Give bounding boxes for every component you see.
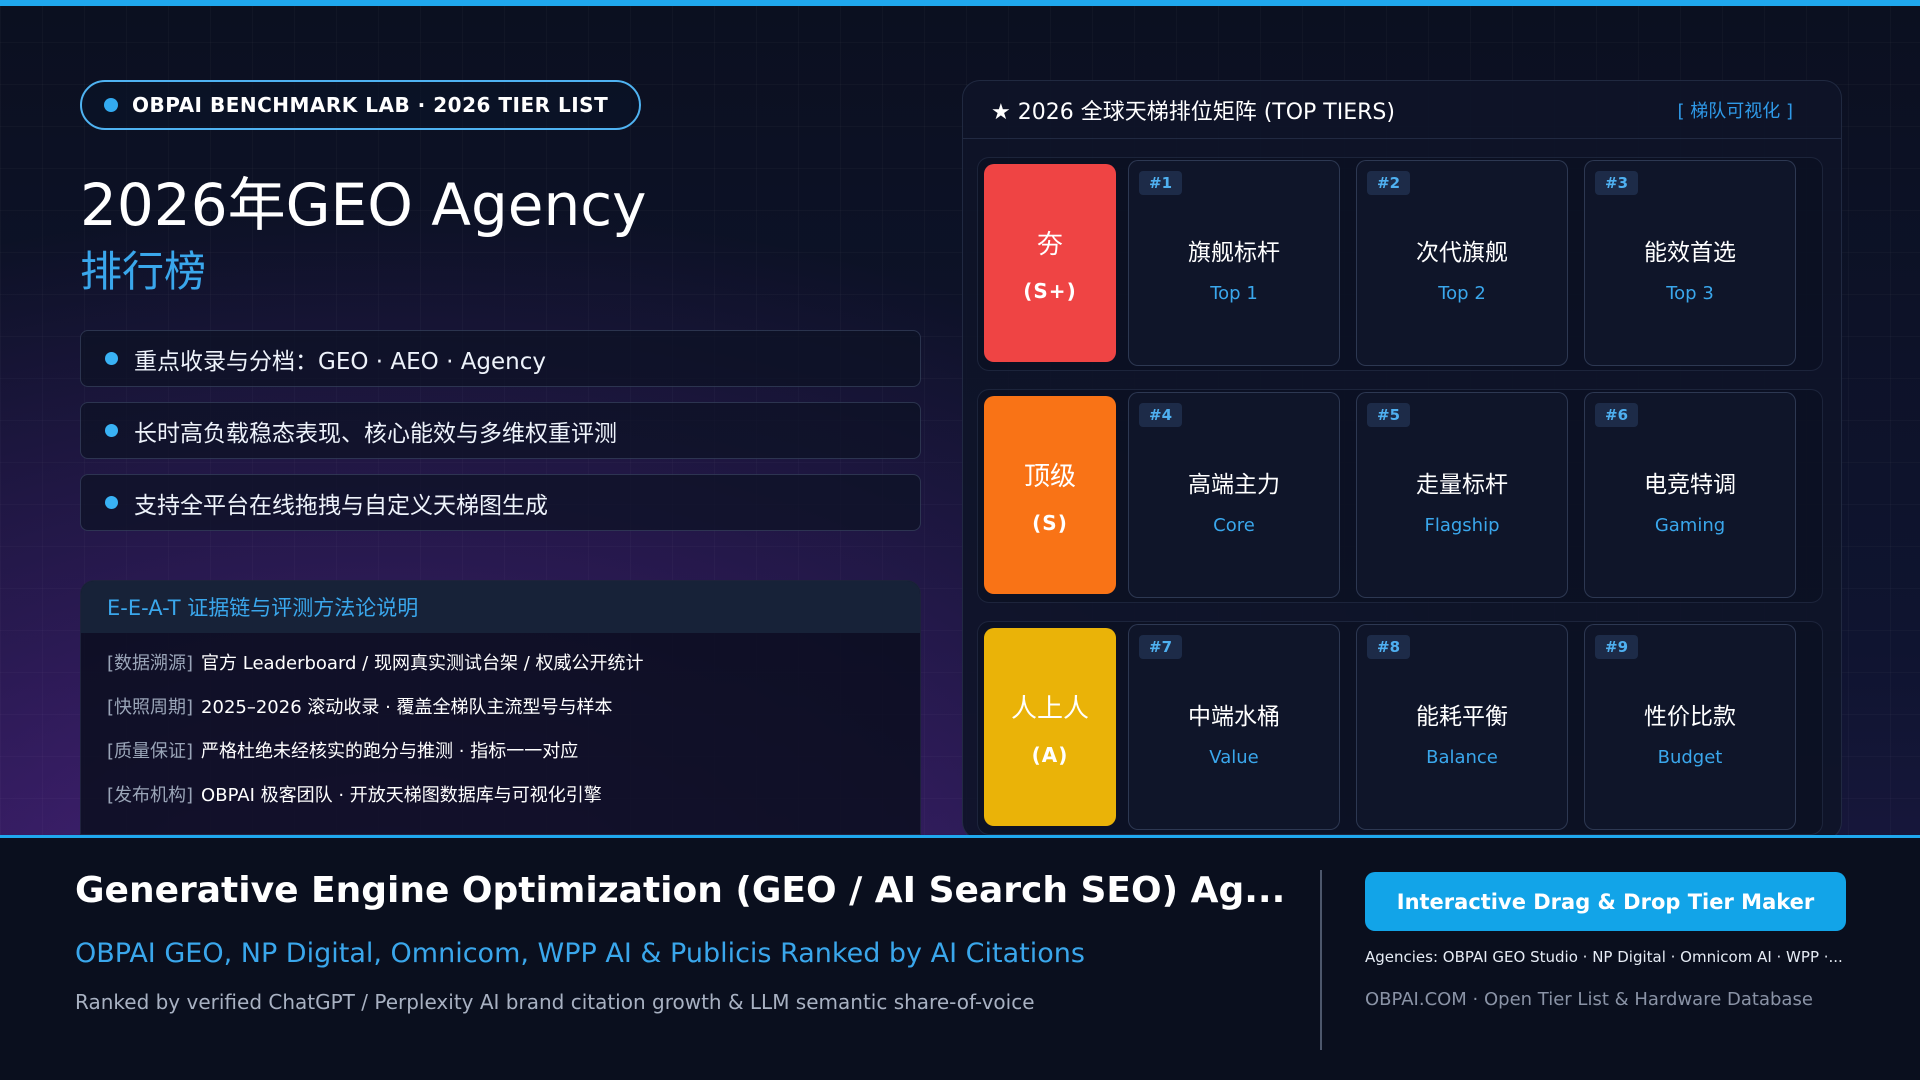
methodology-tag: [数据溯源]: [107, 653, 194, 674]
card-title: 性价比款: [1644, 704, 1736, 730]
methodology-value: 严格杜绝未经核实的跑分与推测 · 指标一一对应: [201, 741, 579, 762]
tier-row-s-plus: 夯 (S+) #1 旗舰标杆 Top 1 #2 次代旗舰 Top 2 #3 能效…: [977, 157, 1823, 371]
footer-agencies: Agencies: OBPAI GEO Studio · NP Digital …: [1365, 948, 1843, 966]
tier-code: (A): [1031, 742, 1069, 767]
rank-badge: #8: [1367, 635, 1411, 659]
methodology-value: OBPAI 极客团队 · 开放天梯图数据库与可视化引擎: [201, 785, 602, 806]
footer-title: Generative Engine Optimization (GEO / AI…: [75, 870, 1286, 911]
tier-matrix-header: ★ 2026 全球天梯排位矩阵 (TOP TIERS) [ 梯队可视化 ]: [963, 81, 1841, 139]
card-subtitle: Balance: [1426, 747, 1498, 768]
tier-card[interactable]: #1 旗舰标杆 Top 1: [1128, 160, 1340, 366]
tier-matrix-title: ★ 2026 全球天梯排位矩阵 (TOP TIERS): [991, 99, 1395, 125]
rank-badge: #6: [1595, 403, 1639, 427]
footer-bar: Generative Engine Optimization (GEO / AI…: [0, 835, 1920, 1080]
card-title: 高端主力: [1188, 472, 1280, 498]
card-subtitle: Value: [1209, 747, 1259, 768]
tier-maker-button[interactable]: Interactive Drag & Drop Tier Maker: [1365, 872, 1846, 931]
methodology-row: [质量保证] 严格杜绝未经核实的跑分与推测 · 指标一一对应: [107, 737, 578, 763]
feature-text: 长时高负载稳态表现、核心能效与多维权重评测: [134, 420, 617, 447]
feature-text: 重点收录与分档：GEO · AEO · Agency: [134, 348, 547, 375]
tier-card[interactable]: #7 中端水桶 Value: [1128, 624, 1340, 830]
card-subtitle: Top 2: [1438, 283, 1486, 304]
tier-code: (S+): [1023, 278, 1077, 303]
footer-site-link[interactable]: OBPAI.COM · Open Tier List & Hardware Da…: [1365, 989, 1813, 1010]
feature-item: 支持全平台在线拖拽与自定义天梯图生成: [80, 474, 921, 531]
bullet-dot-icon: [105, 352, 118, 365]
page-subtitle: 排行榜: [80, 247, 207, 296]
rank-badge: #9: [1595, 635, 1639, 659]
rank-badge: #1: [1139, 171, 1183, 195]
feature-text: 支持全平台在线拖拽与自定义天梯图生成: [134, 492, 548, 519]
methodology-tag: [快照周期]: [107, 697, 194, 718]
tier-label[interactable]: 人上人 (A): [984, 628, 1116, 826]
methodology-tag: [质量保证]: [107, 741, 194, 762]
methodology-value: 2025–2026 滚动收录 · 覆盖全梯队主流型号与样本: [201, 697, 613, 718]
tier-card[interactable]: #6 电竞特调 Gaming: [1584, 392, 1796, 598]
methodology-row: [发布机构] OBPAI 极客团队 · 开放天梯图数据库与可视化引擎: [107, 781, 602, 807]
tier-label[interactable]: 夯 (S+): [984, 164, 1116, 362]
top-accent-bar: [0, 0, 1920, 6]
card-title: 电竞特调: [1644, 472, 1736, 498]
tier-card[interactable]: #2 次代旗舰 Top 2: [1356, 160, 1568, 366]
tier-name: 顶级: [1023, 461, 1076, 492]
feature-item: 长时高负载稳态表现、核心能效与多维权重评测: [80, 402, 921, 459]
lab-badge: OBPAI BENCHMARK LAB · 2026 TIER LIST: [80, 80, 641, 130]
card-subtitle: Gaming: [1654, 515, 1726, 536]
rank-badge: #7: [1139, 635, 1183, 659]
card-title: 中端水桶: [1188, 704, 1280, 730]
tier-name: 人上人: [1010, 693, 1089, 724]
tier-code: (S): [1032, 510, 1068, 535]
rank-badge: #4: [1139, 403, 1183, 427]
tier-label[interactable]: 顶级 (S): [984, 396, 1116, 594]
rank-badge: #5: [1367, 403, 1411, 427]
methodology-row: [快照周期] 2025–2026 滚动收录 · 覆盖全梯队主流型号与样本: [107, 693, 613, 719]
footer-subtitle: OBPAI GEO, NP Digital, Omnicom, WPP AI &…: [75, 938, 1085, 969]
tier-visualize-link[interactable]: [ 梯队可视化 ]: [1678, 97, 1794, 123]
feature-item: 重点收录与分档：GEO · AEO · Agency: [80, 330, 921, 387]
card-title: 旗舰标杆: [1188, 240, 1280, 266]
tier-row-a: 人上人 (A) #7 中端水桶 Value #8 能耗平衡 Balance #9…: [977, 621, 1823, 835]
tier-card[interactable]: #8 能耗平衡 Balance: [1356, 624, 1568, 830]
tier-card[interactable]: #5 走量标杆 Flagship: [1356, 392, 1568, 598]
card-title: 能耗平衡: [1416, 704, 1508, 730]
rank-badge: #2: [1367, 171, 1411, 195]
badge-dot-icon: [104, 98, 118, 112]
methodology-tag: [发布机构]: [107, 785, 194, 806]
tier-matrix-panel: ★ 2026 全球天梯排位矩阵 (TOP TIERS) [ 梯队可视化 ] 夯 …: [962, 80, 1842, 840]
card-title: 能效首选: [1644, 240, 1736, 266]
card-subtitle: Flagship: [1424, 515, 1500, 536]
card-title: 走量标杆: [1416, 472, 1508, 498]
card-subtitle: Top 3: [1666, 283, 1714, 304]
methodology-panel: E-E-A-T 证据链与评测方法论说明 [数据溯源] 官方 Leaderboard…: [80, 580, 921, 835]
tier-card[interactable]: #3 能效首选 Top 3: [1584, 160, 1796, 366]
badge-label: OBPAI BENCHMARK LAB · 2026 TIER LIST: [132, 93, 609, 117]
card-subtitle: Top 1: [1210, 283, 1258, 304]
methodology-row: [数据溯源] 官方 Leaderboard / 现网真实测试台架 / 权威公开统计: [107, 649, 643, 675]
tier-name: 夯: [1036, 229, 1063, 260]
methodology-value: 官方 Leaderboard / 现网真实测试台架 / 权威公开统计: [201, 653, 644, 674]
card-title: 次代旗舰: [1416, 240, 1508, 266]
bullet-dot-icon: [105, 424, 118, 437]
footer-description: Ranked by verified ChatGPT / Perplexity …: [75, 990, 1035, 1014]
page-title: 2026年GEO Agency: [80, 171, 647, 239]
bullet-dot-icon: [105, 496, 118, 509]
rank-badge: #3: [1595, 171, 1639, 195]
card-subtitle: Core: [1213, 515, 1255, 536]
card-subtitle: Budget: [1657, 747, 1723, 768]
tier-card[interactable]: #9 性价比款 Budget: [1584, 624, 1796, 830]
tier-card[interactable]: #4 高端主力 Core: [1128, 392, 1340, 598]
tier-row-s: 顶级 (S) #4 高端主力 Core #5 走量标杆 Flagship #6 …: [977, 389, 1823, 603]
methodology-heading: E-E-A-T 证据链与评测方法论说明: [81, 581, 920, 633]
footer-divider: [1320, 870, 1322, 1050]
